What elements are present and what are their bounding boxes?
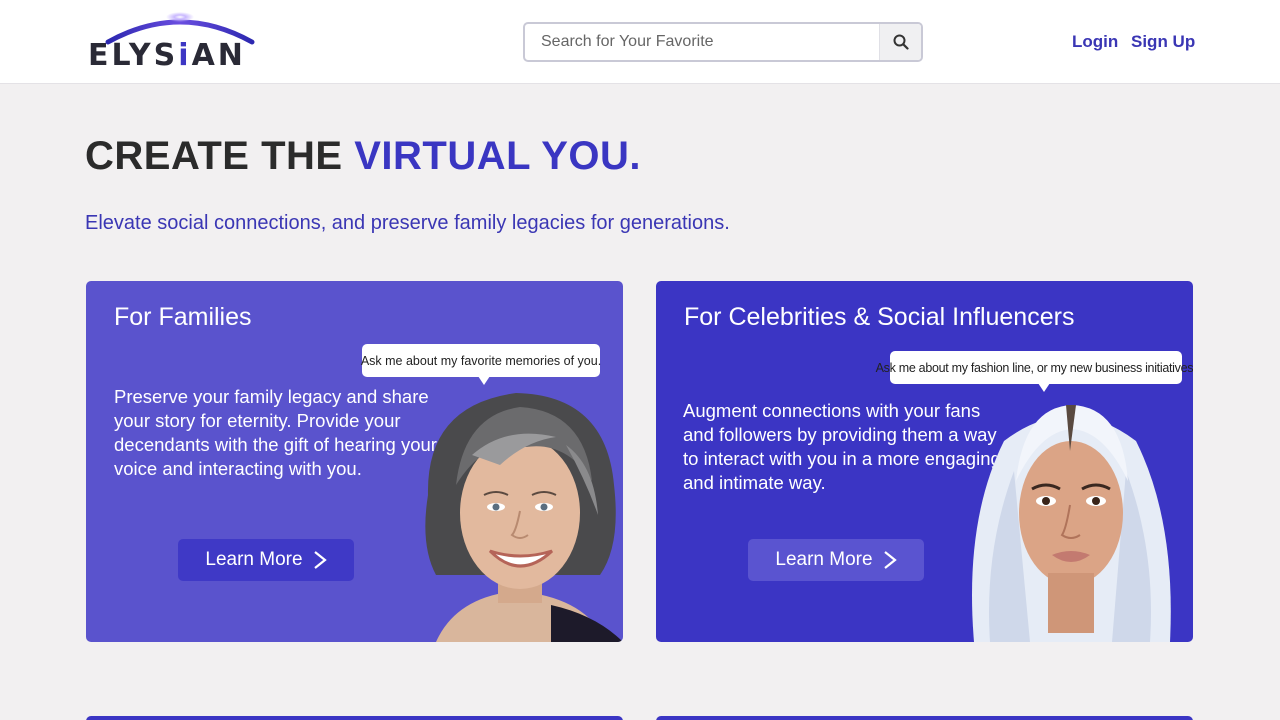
card-description: Preserve your family legacy and share yo… — [114, 386, 437, 479]
search-input[interactable] — [525, 24, 881, 60]
hero-subtitle: Elevate social connections, and preserve… — [85, 212, 730, 234]
login-link[interactable]: Login — [1072, 32, 1118, 52]
celebrities-card: For Celebrities & Social Influencers Aug… — [656, 281, 1193, 642]
elysian-logo[interactable]: ELYSiAN — [88, 8, 272, 74]
button-label: Learn More — [205, 549, 303, 570]
site-header: ELYSiAN Login Sign Up — [0, 0, 1280, 84]
signup-link[interactable]: Sign Up — [1131, 32, 1195, 52]
search-icon — [893, 34, 909, 50]
families-learn-more-button[interactable]: Learn More — [178, 539, 354, 581]
search-bar — [523, 22, 923, 62]
celebrities-learn-more-button[interactable]: Learn More — [748, 539, 924, 581]
families-card: For Families Preserve your family legacy… — [86, 281, 623, 642]
button-label: Learn More — [775, 549, 873, 570]
search-button[interactable] — [879, 24, 921, 60]
logo-wordmark: ELYSiAN — [88, 38, 246, 73]
next-card-right — [656, 716, 1193, 720]
influencer-portrait — [972, 405, 1171, 642]
hero-title: CREATE THE VIRTUAL YOU. — [85, 134, 642, 178]
older-woman-portrait — [425, 393, 623, 642]
chevron-right-icon — [883, 551, 897, 569]
speech-bubble: Ask me about my favorite memories of you… — [361, 344, 601, 385]
card-title: For Celebrities & Social Influencers — [684, 303, 1075, 331]
speech-bubble: Ask me about my fashion line, or my new … — [876, 351, 1193, 392]
next-card-left — [86, 716, 623, 720]
chevron-right-icon — [313, 551, 327, 569]
card-title: For Families — [114, 303, 252, 331]
